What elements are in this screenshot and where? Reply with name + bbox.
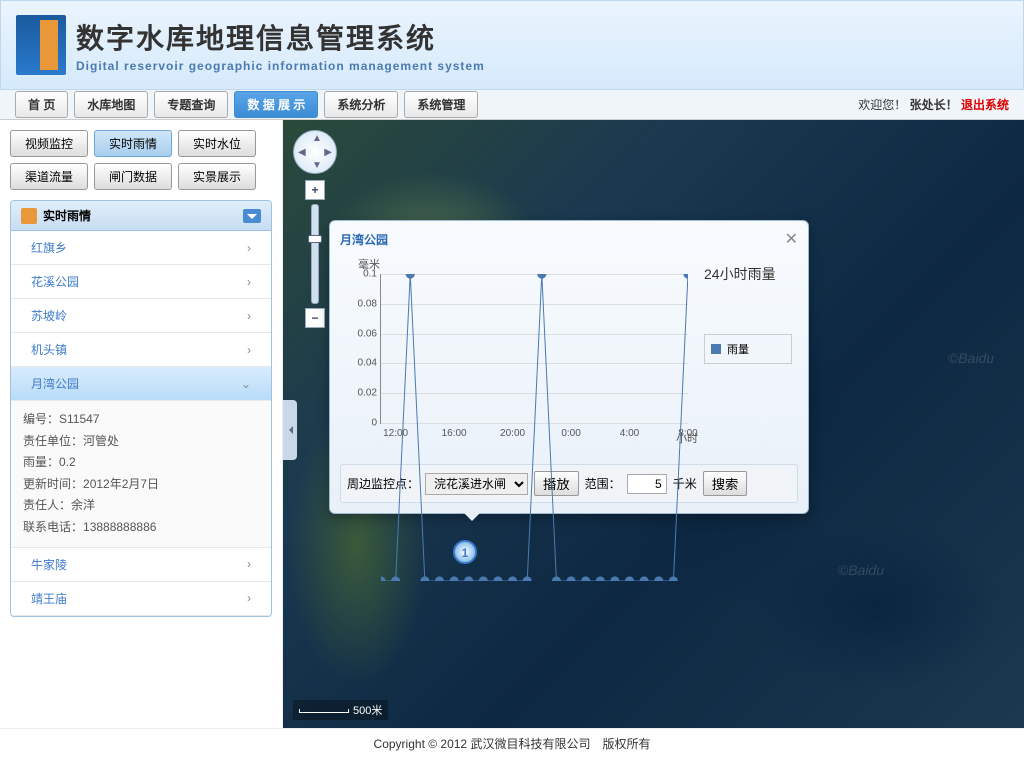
app-header: 数字水库地理信息管理系统 Digital reservoir geographi…	[0, 0, 1024, 90]
zoom-in-button[interactable]: +	[305, 180, 325, 200]
chart-line	[381, 274, 688, 581]
baidu-watermark: ©Baidu	[948, 350, 994, 366]
chevron-right-icon: ›	[247, 557, 251, 571]
detail-id-value: S11547	[59, 412, 99, 426]
sub-btn-rain[interactable]: 实时雨情	[94, 130, 172, 157]
chart-ytick: 0.08	[351, 298, 377, 309]
station-label: 靖王庙	[31, 590, 67, 607]
panel-title: 实时雨情	[43, 207, 91, 224]
chart-ytick: 0.06	[351, 328, 377, 339]
nav-tab-map[interactable]: 水库地图	[74, 91, 148, 118]
detail-time-value: 2012年2月7日	[83, 477, 159, 491]
station-item[interactable]: 靖王庙 ›	[11, 582, 271, 616]
sub-btn-waterlevel[interactable]: 实时水位	[178, 130, 256, 157]
detail-person-label: 责任人：	[23, 498, 71, 512]
detail-phone-value: 13888888886	[83, 520, 156, 534]
sidebar: 视频监控 实时雨情 实时水位 渠道流量 闸门数据 实景展示 实时雨情 红旗乡 › …	[0, 120, 283, 728]
station-panel: 实时雨情 红旗乡 › 花溪公园 › 苏坡岭 › 机头镇 › 月湾公园 ⌄ 编号：S1154…	[10, 200, 272, 617]
footer: Copyright © 2012 武汉微目科技有限公司 版权所有	[0, 728, 1024, 758]
sub-btn-channel[interactable]: 渠道流量	[10, 163, 88, 190]
popup-tail-icon	[460, 509, 484, 533]
detail-id-label: 编号：	[23, 412, 59, 426]
station-item-selected[interactable]: 月湾公园 ⌄	[11, 367, 271, 401]
chevron-right-icon: ›	[247, 309, 251, 323]
detail-unit-label: 责任单位：	[23, 434, 83, 448]
panel-header[interactable]: 实时雨情	[11, 201, 271, 231]
chevron-right-icon: ›	[247, 275, 251, 289]
nav-tab-admin[interactable]: 系统管理	[404, 91, 478, 118]
app-logo-icon	[16, 15, 66, 75]
chart-side-title: 24小时雨量	[704, 264, 792, 284]
zoom-slider-handle[interactable]	[308, 235, 322, 243]
station-label: 月湾公园	[31, 375, 79, 392]
chart-ytick: 0.02	[351, 388, 377, 399]
detail-rain-value: 0.2	[59, 455, 76, 469]
popup-title: 月湾公园	[340, 231, 798, 248]
search-button[interactable]: 搜索	[703, 471, 748, 496]
map-canvas[interactable]: ©Baidu ©Baidu ▲ ▼ ▶ ◀ + − 1 500米 月湾公园 ✕ …	[283, 120, 1024, 728]
detail-time-label: 更新时间：	[23, 477, 83, 491]
chevron-right-icon: ›	[247, 343, 251, 357]
close-icon[interactable]: ✕	[785, 229, 798, 249]
station-item[interactable]: 牛家陵 ›	[11, 548, 271, 582]
detail-rain-label: 雨量：	[23, 455, 59, 469]
panel-folder-icon	[21, 208, 37, 224]
user-name: 张处长！	[910, 98, 958, 112]
legend-label: 雨量	[727, 341, 749, 357]
zoom-slider-track[interactable]	[311, 204, 319, 304]
legend-color-icon	[711, 344, 721, 354]
detail-person-value: 余洋	[71, 498, 95, 512]
chart-ytick: 0.1	[351, 269, 377, 280]
welcome-text: 欢迎您！	[858, 98, 906, 112]
rain-chart: 毫米 小时 00.020.040.060.080.112:0016:0020:0…	[340, 254, 798, 454]
chart-popup: 月湾公园 ✕ 毫米 小时 00.020.040.060.080.112:0016…	[329, 220, 809, 514]
chevron-right-icon: ›	[247, 241, 251, 255]
pan-east-icon[interactable]: ▶	[324, 147, 332, 158]
scale-text: 500米	[353, 705, 382, 717]
panel-collapse-icon[interactable]	[243, 209, 261, 223]
station-item[interactable]: 红旗乡 ›	[11, 231, 271, 265]
detail-phone-label: 联系电话：	[23, 520, 83, 534]
scale-bar-icon	[299, 709, 349, 713]
chart-legend: 雨量	[704, 334, 792, 364]
station-item[interactable]: 机头镇 ›	[11, 333, 271, 367]
chart-ytick: 0.04	[351, 358, 377, 369]
baidu-watermark: ©Baidu	[838, 562, 884, 578]
station-label: 红旗乡	[31, 239, 67, 256]
nav-tab-analysis[interactable]: 系统分析	[324, 91, 398, 118]
chevron-right-icon: ›	[247, 591, 251, 605]
sub-btn-scene[interactable]: 实景展示	[178, 163, 256, 190]
nav-tab-data[interactable]: 数 据 展 示	[234, 91, 318, 118]
chevron-down-icon: ⌄	[241, 377, 251, 391]
pan-west-icon[interactable]: ◀	[298, 147, 306, 158]
logout-link[interactable]: 退出系统	[961, 98, 1009, 112]
station-details: 编号：S11547 责任单位：河管处 雨量：0.2 更新时间：2012年2月7日…	[11, 401, 271, 548]
pan-north-icon[interactable]: ▲	[312, 133, 322, 144]
main-nav: 首 页 水库地图 专题查询 数 据 展 示 系统分析 系统管理 欢迎您！ 张处长…	[0, 90, 1024, 120]
pan-south-icon[interactable]: ▼	[312, 160, 322, 171]
zoom-out-button[interactable]: −	[305, 308, 325, 328]
sidebar-collapse-handle[interactable]	[283, 400, 297, 460]
nav-tab-query[interactable]: 专题查询	[154, 91, 228, 118]
app-title-zh: 数字水库地理信息管理系统	[76, 17, 485, 57]
app-title-en: Digital reservoir geographic information…	[76, 59, 485, 73]
station-item[interactable]: 花溪公园 ›	[11, 265, 271, 299]
station-label: 牛家陵	[31, 556, 67, 573]
sub-btn-gate[interactable]: 闸门数据	[94, 163, 172, 190]
station-label: 机头镇	[31, 341, 67, 358]
station-label: 花溪公园	[31, 273, 79, 290]
station-label: 苏坡岭	[31, 307, 67, 324]
chart-ytick: 0	[351, 418, 377, 429]
detail-unit-value: 河管处	[83, 434, 119, 448]
map-pan-wheel[interactable]: ▲ ▼ ▶ ◀	[293, 130, 337, 174]
station-item[interactable]: 苏坡岭 ›	[11, 299, 271, 333]
sub-btn-video[interactable]: 视频监控	[10, 130, 88, 157]
map-scale: 500米	[293, 700, 388, 720]
nav-tab-home[interactable]: 首 页	[15, 91, 68, 118]
